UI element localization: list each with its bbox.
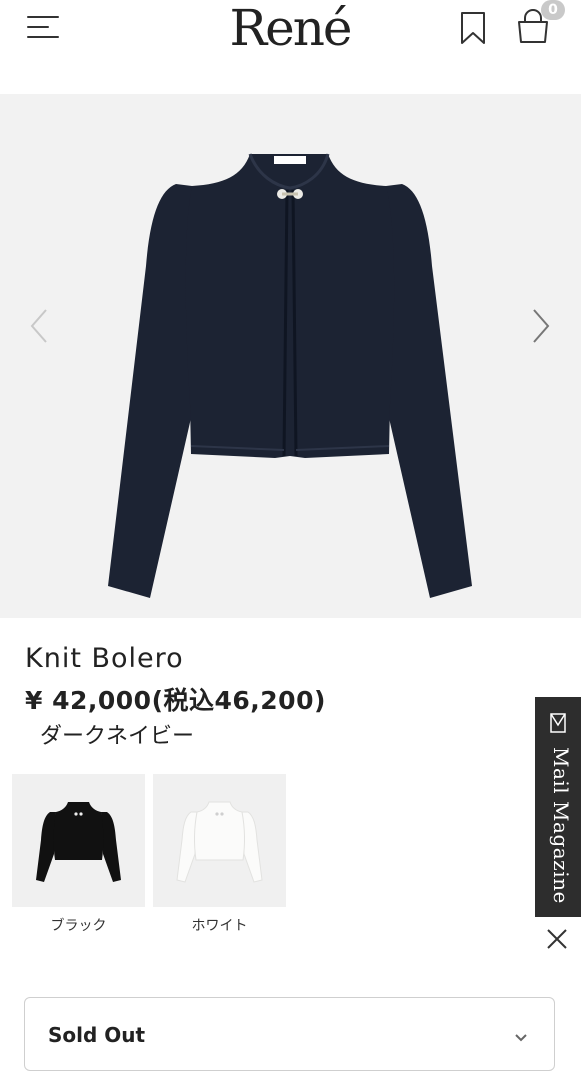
chevron-right-icon[interactable] bbox=[526, 306, 556, 346]
brand-logo[interactable]: René bbox=[190, 0, 390, 60]
swatch-image bbox=[176, 801, 263, 883]
swatch-label-white: ホワイト bbox=[191, 918, 248, 934]
bookmark-icon[interactable] bbox=[458, 10, 488, 46]
chevron-down-icon bbox=[514, 1028, 528, 1047]
chevron-left-icon[interactable] bbox=[24, 306, 54, 346]
product-image-gallery[interactable] bbox=[0, 94, 581, 618]
mail-icon bbox=[550, 713, 566, 737]
size-select[interactable]: Sold Out bbox=[24, 997, 555, 1071]
mail-magazine-tab[interactable]: Mail Magazine bbox=[535, 697, 581, 917]
menu-line bbox=[27, 26, 49, 28]
color-swatch-white[interactable] bbox=[153, 774, 286, 907]
product-price: ¥ 42,000(税込46,200) bbox=[25, 686, 326, 715]
size-select-value: Sold Out bbox=[48, 1023, 146, 1047]
site-header: René 0 bbox=[0, 0, 581, 94]
menu-line bbox=[27, 16, 59, 18]
hamburger-menu-icon[interactable] bbox=[24, 12, 64, 42]
mail-magazine-label: Mail Magazine bbox=[549, 747, 573, 904]
swatch-image bbox=[36, 802, 121, 882]
swatch-label-black: ブラック bbox=[50, 918, 107, 934]
product-image bbox=[108, 153, 472, 598]
cart-count-badge: 0 bbox=[541, 0, 565, 20]
menu-line bbox=[27, 36, 59, 38]
close-icon[interactable] bbox=[545, 927, 569, 951]
product-name: Knit Bolero bbox=[25, 643, 184, 674]
color-swatch-black[interactable] bbox=[12, 774, 145, 907]
product-color-name: ダークネイビー bbox=[40, 724, 195, 749]
